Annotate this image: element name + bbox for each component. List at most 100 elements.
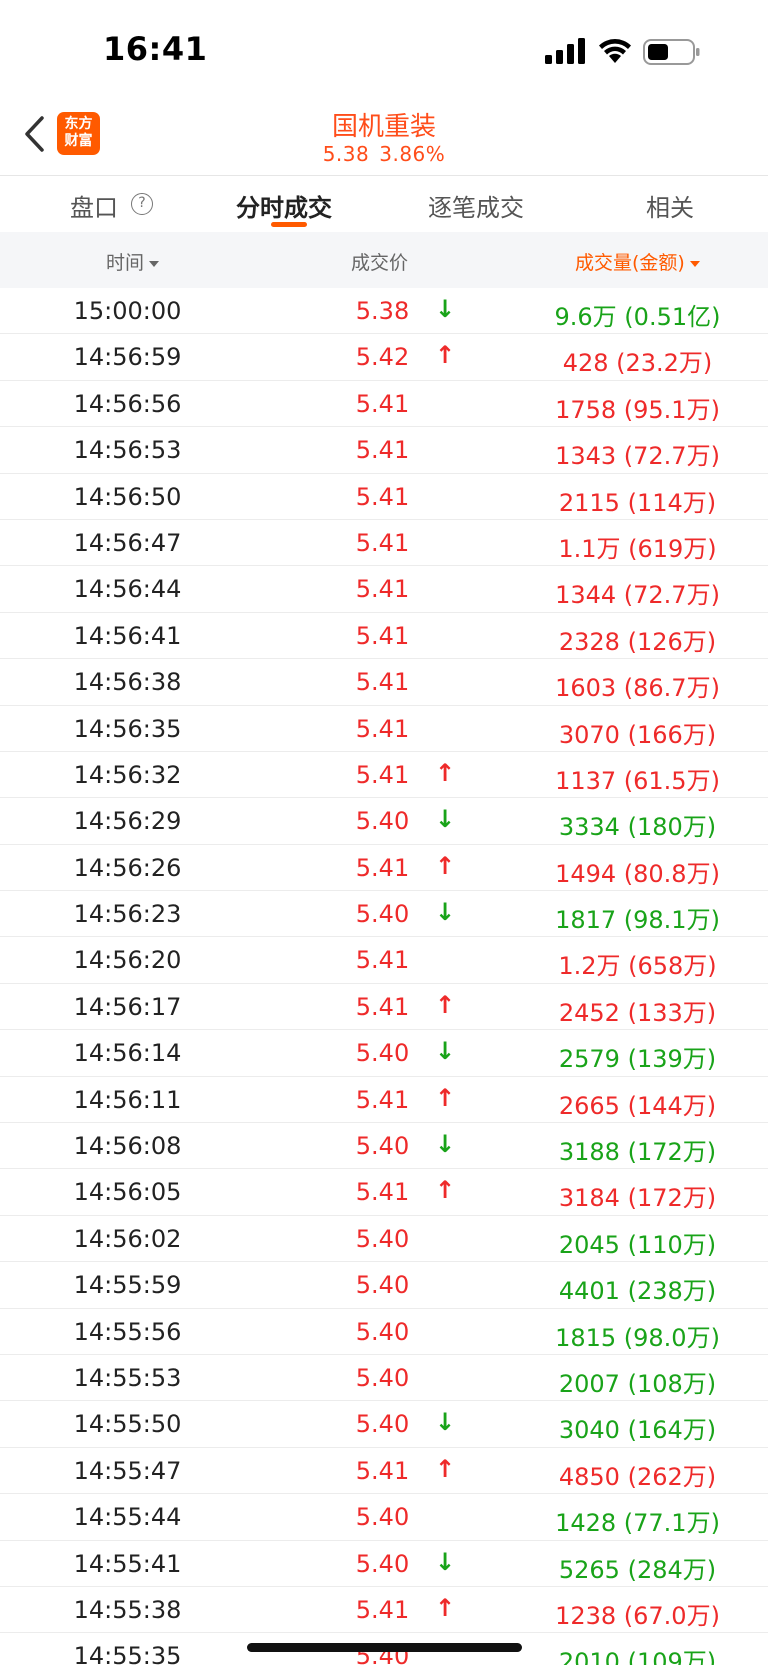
trade-time: 14:55:59 bbox=[73, 1271, 182, 1300]
trade-time: 14:56:47 bbox=[73, 528, 182, 557]
trade-volume: 3184 (172万) bbox=[558, 1184, 717, 1213]
trade-volume: 9.6万 (0.51亿) bbox=[554, 303, 721, 331]
trade-volume: 2115 (114万) bbox=[558, 488, 717, 517]
wifi-icon bbox=[599, 39, 631, 63]
column-time[interactable]: 时间 bbox=[106, 248, 160, 275]
table-row: 14:56:41 5.41 2328 (126万) bbox=[0, 613, 768, 660]
column-price: 成交价 bbox=[351, 252, 409, 274]
table-row: 14:56:14 5.40 ↓ 2579 (139万) bbox=[0, 1030, 768, 1077]
trade-volume: 1815 (98.0万) bbox=[555, 1323, 720, 1352]
trade-time: 14:56:32 bbox=[73, 760, 182, 789]
table-row: 14:56:53 5.41 1343 (72.7万) bbox=[0, 427, 768, 474]
table-row: 14:56:11 5.41 ↑ 2665 (144万) bbox=[0, 1077, 768, 1124]
home-indicator[interactable] bbox=[247, 1643, 522, 1652]
trade-volume: 4850 (262万) bbox=[558, 1462, 717, 1491]
trade-price: 5.40 bbox=[355, 1132, 410, 1161]
trade-volume: 1817 (98.1万) bbox=[555, 906, 720, 935]
direction-arrow-icon: ↑ bbox=[434, 851, 456, 880]
trade-volume: 1.1万 (619万) bbox=[558, 534, 717, 563]
nav-header: 东方 财富 国机重装 5.38 3.86% bbox=[0, 100, 768, 175]
trade-time: 14:56:59 bbox=[73, 343, 182, 372]
tab-related[interactable]: 相关 bbox=[646, 188, 694, 223]
tab-bar: 盘口 ? 分时成交 逐笔成交 相关 bbox=[0, 176, 768, 231]
trade-time: 14:56:50 bbox=[73, 482, 182, 511]
trade-volume: 1137 (61.5万) bbox=[555, 766, 720, 795]
trade-time: 14:55:35 bbox=[73, 1642, 182, 1665]
trade-price: 5.41 bbox=[355, 668, 410, 697]
trade-time: 14:56:17 bbox=[73, 992, 182, 1021]
cellular-signal-icon bbox=[545, 38, 585, 64]
trade-time: 14:56:26 bbox=[73, 853, 182, 882]
table-row: 14:56:23 5.40 ↓ 1817 (98.1万) bbox=[0, 891, 768, 938]
trade-time: 14:56:56 bbox=[73, 389, 182, 418]
help-icon[interactable]: ? bbox=[131, 193, 153, 215]
trade-time: 14:55:41 bbox=[73, 1549, 182, 1578]
direction-arrow-icon: ↓ bbox=[434, 805, 456, 834]
trade-price: 5.41 bbox=[355, 528, 410, 557]
trade-price: 5.40 bbox=[355, 900, 410, 929]
trade-list[interactable]: 15:00:00 5.38 ↓ 9.6万 (0.51亿) 14:56:59 5.42 ↑ 42… bbox=[0, 288, 768, 1665]
table-row: 14:56:47 5.41 1.1万 (619万) bbox=[0, 520, 768, 567]
trade-volume: 1344 (72.7万) bbox=[555, 581, 720, 610]
trade-price: 5.41 bbox=[355, 482, 410, 511]
trade-volume: 2010 (109万) bbox=[558, 1648, 717, 1665]
tab-tick-trades[interactable]: 逐笔成交 bbox=[428, 188, 524, 223]
trade-volume: 1343 (72.7万) bbox=[555, 442, 720, 471]
trade-volume: 2452 (133万) bbox=[558, 998, 717, 1027]
trade-volume: 2579 (139万) bbox=[558, 1045, 717, 1074]
tab-time-trades[interactable]: 分时成交 bbox=[236, 188, 332, 223]
trade-volume: 5265 (284万) bbox=[558, 1555, 717, 1584]
trade-volume: 2045 (110万) bbox=[558, 1230, 717, 1259]
column-volume-label: 成交量(金额) bbox=[575, 252, 685, 274]
column-volume[interactable]: 成交量(金额) bbox=[575, 248, 700, 275]
trade-volume: 1238 (67.0万) bbox=[555, 1601, 720, 1630]
table-row: 14:55:44 5.40 1428 (77.1万) bbox=[0, 1494, 768, 1541]
trade-price: 5.41 bbox=[355, 575, 410, 604]
trade-time: 14:55:53 bbox=[73, 1363, 182, 1392]
table-row: 14:56:56 5.41 1758 (95.1万) bbox=[0, 381, 768, 428]
trade-detail-screen: 16:41 东方 财富 国机重装 5.38 3.86% 盘口 ? 分时成交 逐笔… bbox=[0, 0, 768, 1665]
active-tab-indicator bbox=[271, 222, 307, 227]
trade-time: 14:55:47 bbox=[73, 1456, 182, 1485]
direction-arrow-icon: ↓ bbox=[434, 1130, 456, 1159]
stock-price: 5.38 bbox=[322, 142, 370, 166]
trade-volume: 4401 (238万) bbox=[558, 1277, 717, 1306]
trade-price: 5.40 bbox=[355, 1549, 410, 1578]
table-row: 14:55:38 5.41 ↑ 1238 (67.0万) bbox=[0, 1587, 768, 1634]
trade-price: 5.41 bbox=[355, 621, 410, 650]
trade-time: 14:55:56 bbox=[73, 1317, 182, 1346]
direction-arrow-icon: ↓ bbox=[434, 1547, 456, 1576]
trade-price: 5.41 bbox=[355, 853, 410, 882]
trade-time: 14:56:41 bbox=[73, 621, 182, 650]
column-time-label: 时间 bbox=[106, 252, 145, 274]
trade-price: 5.41 bbox=[355, 992, 410, 1021]
trade-price: 5.40 bbox=[355, 1363, 410, 1392]
trade-price: 5.41 bbox=[355, 760, 410, 789]
table-row: 14:55:59 5.40 4401 (238万) bbox=[0, 1262, 768, 1309]
direction-arrow-icon: ↑ bbox=[434, 990, 456, 1019]
trade-price: 5.40 bbox=[355, 1410, 410, 1439]
trade-time: 14:56:08 bbox=[73, 1132, 182, 1161]
trade-volume: 1.2万 (658万) bbox=[558, 952, 717, 981]
sort-caret-icon bbox=[149, 260, 160, 267]
direction-arrow-icon: ↑ bbox=[434, 1593, 456, 1622]
table-row: 14:55:56 5.40 1815 (98.0万) bbox=[0, 1309, 768, 1355]
trade-volume: 1428 (77.1万) bbox=[555, 1509, 720, 1538]
trade-time: 14:56:23 bbox=[73, 900, 182, 929]
table-row: 14:55:41 5.40 ↓ 5265 (284万) bbox=[0, 1541, 768, 1587]
table-row: 14:56:05 5.41 ↑ 3184 (172万) bbox=[0, 1169, 768, 1216]
table-row: 14:56:20 5.41 1.2万 (658万) bbox=[0, 937, 768, 984]
trade-volume: 1494 (80.8万) bbox=[555, 859, 720, 888]
table-row: 14:56:59 5.42 ↑ 428 (23.2万) bbox=[0, 334, 768, 381]
trade-time: 14:56:35 bbox=[73, 714, 182, 743]
trade-price: 5.40 bbox=[355, 807, 410, 836]
table-row: 14:56:32 5.41 ↑ 1137 (61.5万) bbox=[0, 752, 768, 799]
trade-price: 5.41 bbox=[355, 1456, 410, 1485]
trade-volume: 3070 (166万) bbox=[558, 720, 717, 749]
sort-caret-icon bbox=[689, 260, 700, 267]
direction-arrow-icon: ↑ bbox=[434, 1454, 456, 1483]
trade-price: 5.41 bbox=[355, 1085, 410, 1114]
trade-price: 5.40 bbox=[355, 1503, 410, 1532]
tab-order-book[interactable]: 盘口 bbox=[70, 188, 118, 223]
trade-time: 15:00:00 bbox=[73, 297, 182, 325]
